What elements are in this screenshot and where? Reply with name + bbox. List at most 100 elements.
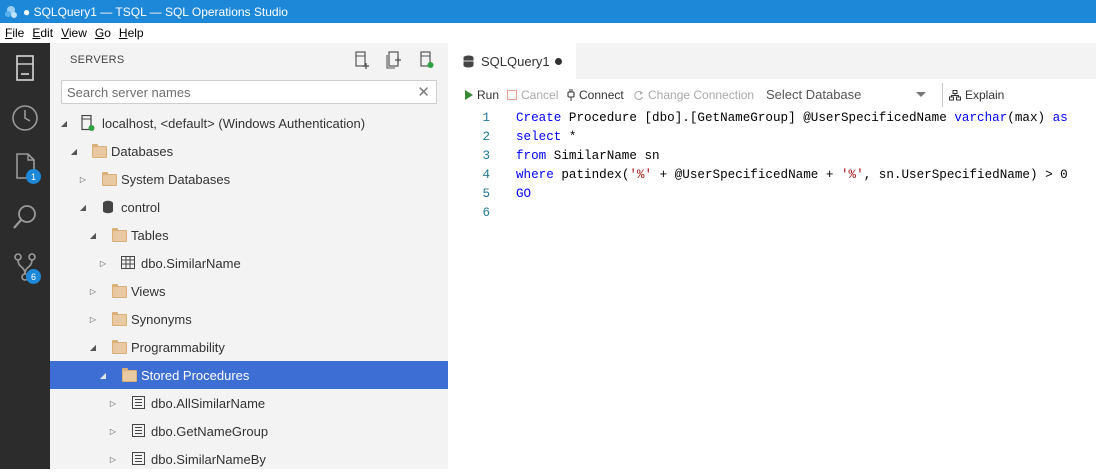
expanded-chevron-icon[interactable]: ◢ bbox=[88, 230, 98, 240]
collapsed-chevron-icon[interactable]: ▷ bbox=[108, 454, 118, 464]
servers-icon[interactable] bbox=[0, 44, 50, 92]
cancel-button[interactable]: Cancel bbox=[507, 88, 558, 102]
editor-tab-strip: SQLQuery1 bbox=[448, 43, 1096, 79]
tab-label: SQLQuery1 bbox=[481, 54, 550, 69]
tree-item-stored-procedures[interactable]: ◢ Stored Procedures bbox=[50, 361, 448, 389]
folder-icon bbox=[102, 172, 117, 187]
folder-icon bbox=[92, 144, 107, 159]
sql-text: + @UserSpecificedName + bbox=[652, 168, 841, 182]
sql-text: patindex( bbox=[553, 168, 630, 182]
clear-search-icon[interactable]: ✕ bbox=[417, 83, 430, 101]
menu-view[interactable]: View bbox=[61, 26, 87, 40]
code-line[interactable]: 3 from SimilarName sn bbox=[448, 149, 1096, 168]
tree-item-dbo-similarname[interactable]: ▷ dbo.SimilarName bbox=[50, 249, 448, 277]
history-icon[interactable] bbox=[0, 94, 50, 142]
select-database-dropdown[interactable]: Select Database bbox=[766, 87, 926, 102]
explain-button[interactable]: Explain bbox=[949, 88, 1004, 102]
tree-item-programmability[interactable]: ◢ Programmability bbox=[50, 333, 448, 361]
code-line[interactable]: 2 select * bbox=[448, 130, 1096, 149]
refresh-icon bbox=[634, 90, 644, 100]
new-server-group-icon[interactable] bbox=[386, 51, 402, 69]
unsaved-dot-icon[interactable] bbox=[555, 58, 562, 65]
app-icon bbox=[5, 5, 17, 18]
sidebar-header: SERVERS bbox=[70, 54, 125, 66]
collapsed-chevron-icon[interactable]: ▷ bbox=[78, 174, 88, 184]
search-icon[interactable] bbox=[0, 193, 50, 241]
tree-item-label: dbo.AllSimilarName bbox=[151, 395, 266, 411]
sql-text: SimilarName sn bbox=[546, 149, 660, 163]
procedure-icon bbox=[132, 396, 146, 410]
tree-item-label: Stored Procedures bbox=[141, 367, 250, 383]
tab-sqlquery1[interactable]: SQLQuery1 bbox=[448, 43, 576, 79]
code-line[interactable]: 6 bbox=[448, 206, 1096, 225]
tree-item-label: System Databases bbox=[121, 171, 231, 187]
tree-item-system-databases[interactable]: ▷ System Databases bbox=[50, 165, 448, 193]
expanded-chevron-icon[interactable]: ◢ bbox=[59, 118, 69, 128]
menu-help[interactable]: Help bbox=[119, 26, 144, 40]
explorer-badge: 1 bbox=[26, 169, 41, 184]
plug-icon bbox=[567, 89, 575, 101]
line-number: 1 bbox=[482, 111, 490, 125]
menu-file[interactable]: File bbox=[5, 26, 24, 40]
collapsed-chevron-icon[interactable]: ▷ bbox=[98, 258, 108, 268]
tree-item-synonyms[interactable]: ▷ Synonyms bbox=[50, 305, 448, 333]
source-control-icon[interactable]: 6 bbox=[0, 243, 50, 291]
tree-item-label: dbo.SimilarName bbox=[141, 255, 241, 271]
code-line[interactable]: 4 where patindex('%' + @UserSpecificedNam… bbox=[448, 168, 1096, 187]
code-line[interactable]: 5 GO bbox=[448, 187, 1096, 206]
line-source: select * bbox=[516, 130, 576, 144]
line-source: from SimilarName sn bbox=[516, 149, 660, 163]
tree-item-label: Synonyms bbox=[131, 311, 192, 327]
sql-keyword: GO bbox=[516, 187, 532, 201]
expanded-chevron-icon[interactable]: ◢ bbox=[98, 370, 108, 380]
expanded-chevron-icon[interactable]: ◢ bbox=[69, 146, 79, 156]
collapsed-chevron-icon[interactable]: ▷ bbox=[88, 286, 98, 296]
collapsed-chevron-icon[interactable]: ▷ bbox=[88, 314, 98, 324]
toolbar-divider bbox=[942, 83, 943, 107]
new-connection-icon[interactable] bbox=[354, 51, 370, 69]
collapsed-chevron-icon[interactable]: ▷ bbox=[108, 426, 118, 436]
sql-keyword: where bbox=[516, 168, 554, 182]
server-search-box[interactable]: ✕ bbox=[61, 80, 437, 104]
window-title: ● SQLQuery1 — TSQL — SQL Operations Stud… bbox=[23, 4, 288, 19]
connect-button[interactable]: Connect bbox=[567, 88, 624, 102]
sql-keyword: as bbox=[1052, 111, 1068, 125]
tree-item-control[interactable]: ◢ control bbox=[50, 193, 448, 221]
change-connection-button[interactable]: Change Connection bbox=[633, 88, 754, 102]
sql-keyword: Create bbox=[516, 111, 562, 125]
menu-go[interactable]: Go bbox=[95, 26, 111, 40]
code-line[interactable]: 1 Create Procedure [dbo].[GetNameGroup] @… bbox=[448, 111, 1096, 130]
source-control-badge: 6 bbox=[26, 269, 41, 284]
query-toolbar: Run Cancel Connect Change Connection Sel… bbox=[448, 81, 1096, 109]
active-connections-icon[interactable] bbox=[418, 51, 434, 69]
editor-area: SQLQuery1 Run Cancel Connect Change Conn… bbox=[448, 43, 1096, 469]
server-search-input[interactable] bbox=[62, 83, 409, 101]
line-number: 3 bbox=[482, 149, 490, 163]
tree-item-tables[interactable]: ◢ Tables bbox=[50, 221, 448, 249]
sidebar-actions bbox=[354, 51, 434, 69]
explorer-icon[interactable]: 1 bbox=[0, 142, 50, 190]
explain-plan-icon bbox=[949, 89, 961, 100]
play-icon bbox=[465, 90, 473, 100]
tree-item-label: Programmability bbox=[131, 339, 225, 355]
expanded-chevron-icon[interactable]: ◢ bbox=[88, 342, 98, 352]
tree-item-dbo-allsimilarname[interactable]: ▷ dbo.AllSimilarName bbox=[50, 389, 448, 417]
expanded-chevron-icon[interactable]: ◢ bbox=[78, 202, 88, 212]
tree-item-localhost[interactable]: ◢ localhost, <default> (Windows Authenti… bbox=[50, 109, 448, 137]
tree-item-label: Tables bbox=[131, 227, 169, 243]
menu-edit[interactable]: Edit bbox=[32, 26, 53, 40]
table-icon bbox=[121, 256, 135, 270]
line-source: GO bbox=[516, 187, 531, 201]
line-number: 6 bbox=[482, 206, 490, 220]
sql-text: (max) bbox=[1007, 111, 1053, 125]
stop-icon bbox=[507, 90, 517, 100]
tree-item-views[interactable]: ▷ Views bbox=[50, 277, 448, 305]
collapsed-chevron-icon[interactable]: ▷ bbox=[108, 398, 118, 408]
run-button[interactable]: Run bbox=[464, 88, 499, 102]
tree-item-dbo-getnamegroup[interactable]: ▷ dbo.GetNameGroup bbox=[50, 417, 448, 445]
database-icon bbox=[463, 55, 474, 68]
database-icon bbox=[102, 200, 116, 214]
procedure-icon bbox=[132, 452, 146, 466]
tree-item-databases[interactable]: ◢ Databases bbox=[50, 137, 448, 165]
line-number: 4 bbox=[482, 168, 490, 182]
